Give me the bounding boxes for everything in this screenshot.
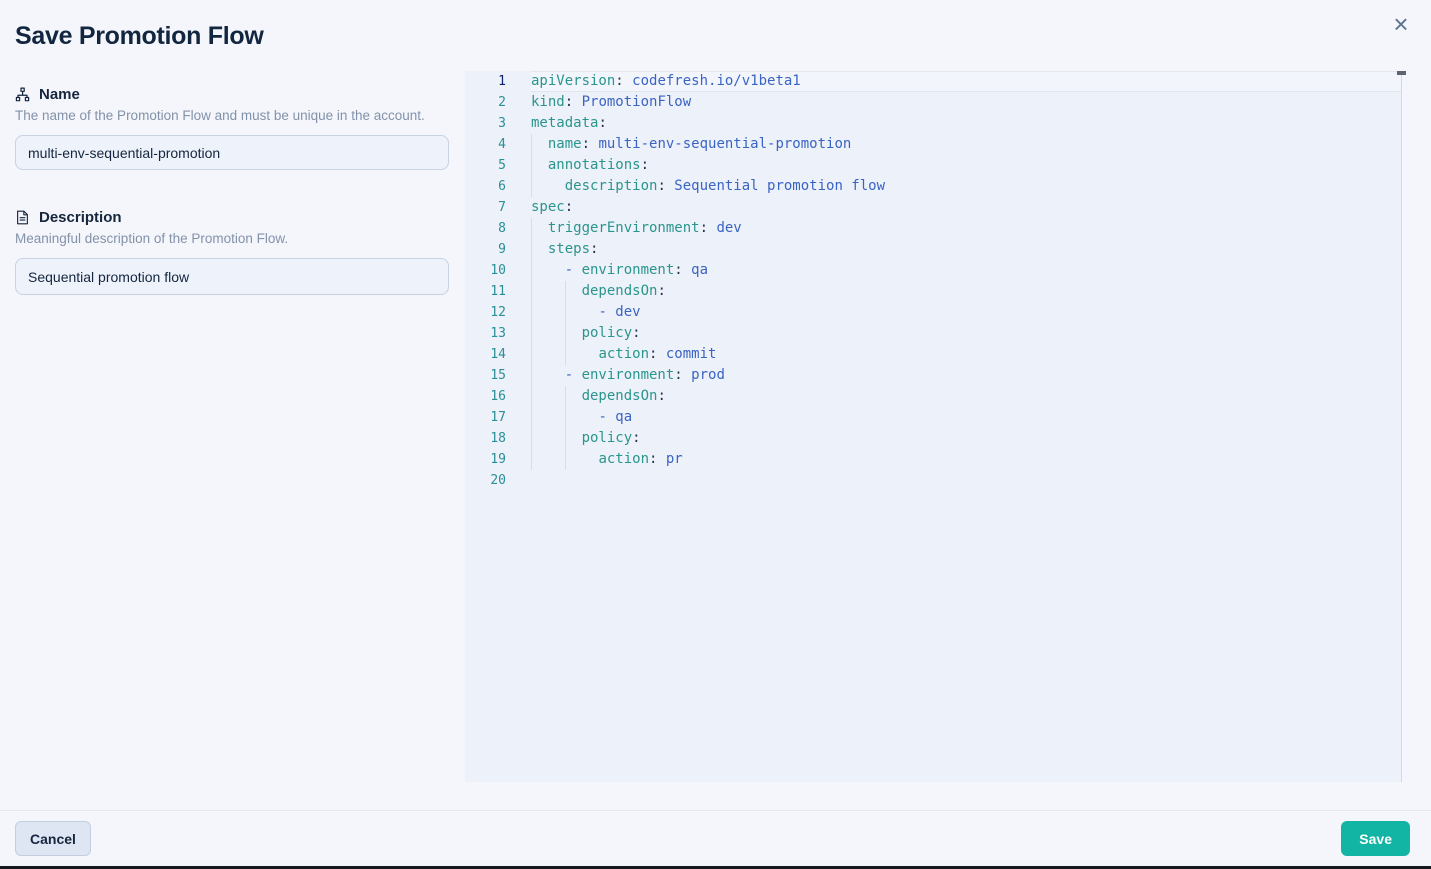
code-line[interactable]: 12 - dev: [465, 302, 1401, 323]
code-line[interactable]: 9 steps:: [465, 239, 1401, 260]
line-number: 3: [465, 113, 531, 134]
line-number: 18: [465, 428, 531, 449]
description-label: Description: [39, 209, 122, 226]
code-line[interactable]: 13 policy:: [465, 323, 1401, 344]
form-panel: Name The name of the Promotion Flow and …: [15, 84, 449, 295]
name-section: Name The name of the Promotion Flow and …: [15, 84, 449, 170]
code-line[interactable]: 17 - qa: [465, 407, 1401, 428]
line-number: 20: [465, 470, 531, 491]
line-number: 13: [465, 323, 531, 344]
line-number: 10: [465, 260, 531, 281]
line-number: 14: [465, 344, 531, 365]
line-number: 7: [465, 197, 531, 218]
line-number: 15: [465, 365, 531, 386]
document-icon: [15, 210, 30, 225]
line-number: 1: [465, 71, 531, 92]
code-line[interactable]: 10 - environment: qa: [465, 260, 1401, 281]
line-number: 12: [465, 302, 531, 323]
code-line[interactable]: 2kind: PromotionFlow: [465, 92, 1401, 113]
code-line[interactable]: 6 description: Sequential promotion flow: [465, 176, 1401, 197]
line-number: 8: [465, 218, 531, 239]
line-number: 2: [465, 92, 531, 113]
code-line[interactable]: 7spec:: [465, 197, 1401, 218]
code-line[interactable]: 18 policy:: [465, 428, 1401, 449]
name-input[interactable]: [15, 135, 449, 170]
code-line[interactable]: 15 - environment: prod: [465, 365, 1401, 386]
close-icon: ×: [1393, 9, 1408, 39]
line-number: 4: [465, 134, 531, 155]
name-label: Name: [39, 86, 80, 103]
description-input[interactable]: [15, 258, 449, 295]
code-line[interactable]: 3metadata:: [465, 113, 1401, 134]
code-line[interactable]: 4 name: multi-env-sequential-promotion: [465, 134, 1401, 155]
page-title: Save Promotion Flow: [15, 22, 264, 51]
description-section: Description Meaningful description of th…: [15, 207, 449, 295]
name-label-row: Name: [15, 84, 449, 104]
name-helper: The name of the Promotion Flow and must …: [15, 108, 449, 123]
line-number: 5: [465, 155, 531, 176]
code-line[interactable]: 5 annotations:: [465, 155, 1401, 176]
code-line[interactable]: 20: [465, 470, 1401, 491]
code-line[interactable]: 1apiVersion: codefresh.io/v1beta1: [465, 71, 1401, 92]
code-lines: 1apiVersion: codefresh.io/v1beta12kind: …: [465, 71, 1401, 782]
save-button[interactable]: Save: [1341, 821, 1410, 856]
code-line[interactable]: 14 action: commit: [465, 344, 1401, 365]
footer-bar: Cancel Save: [0, 810, 1431, 866]
overview-ruler[interactable]: [1401, 71, 1414, 782]
line-number: 11: [465, 281, 531, 302]
code-line[interactable]: 11 dependsOn:: [465, 281, 1401, 302]
description-helper: Meaningful description of the Promotion …: [15, 231, 449, 246]
code-line[interactable]: 8 triggerEnvironment: dev: [465, 218, 1401, 239]
cursor-marker: [1397, 71, 1406, 75]
code-line[interactable]: 16 dependsOn:: [465, 386, 1401, 407]
line-number: 16: [465, 386, 531, 407]
yaml-editor[interactable]: 1apiVersion: codefresh.io/v1beta12kind: …: [465, 71, 1414, 782]
description-label-row: Description: [15, 207, 449, 227]
cancel-button[interactable]: Cancel: [15, 821, 91, 856]
code-line[interactable]: 19 action: pr: [465, 449, 1401, 470]
line-number: 17: [465, 407, 531, 428]
line-number: 9: [465, 239, 531, 260]
line-number: 19: [465, 449, 531, 470]
close-button[interactable]: ×: [1387, 10, 1415, 38]
line-number: 6: [465, 176, 531, 197]
sitemap-icon: [15, 87, 30, 102]
